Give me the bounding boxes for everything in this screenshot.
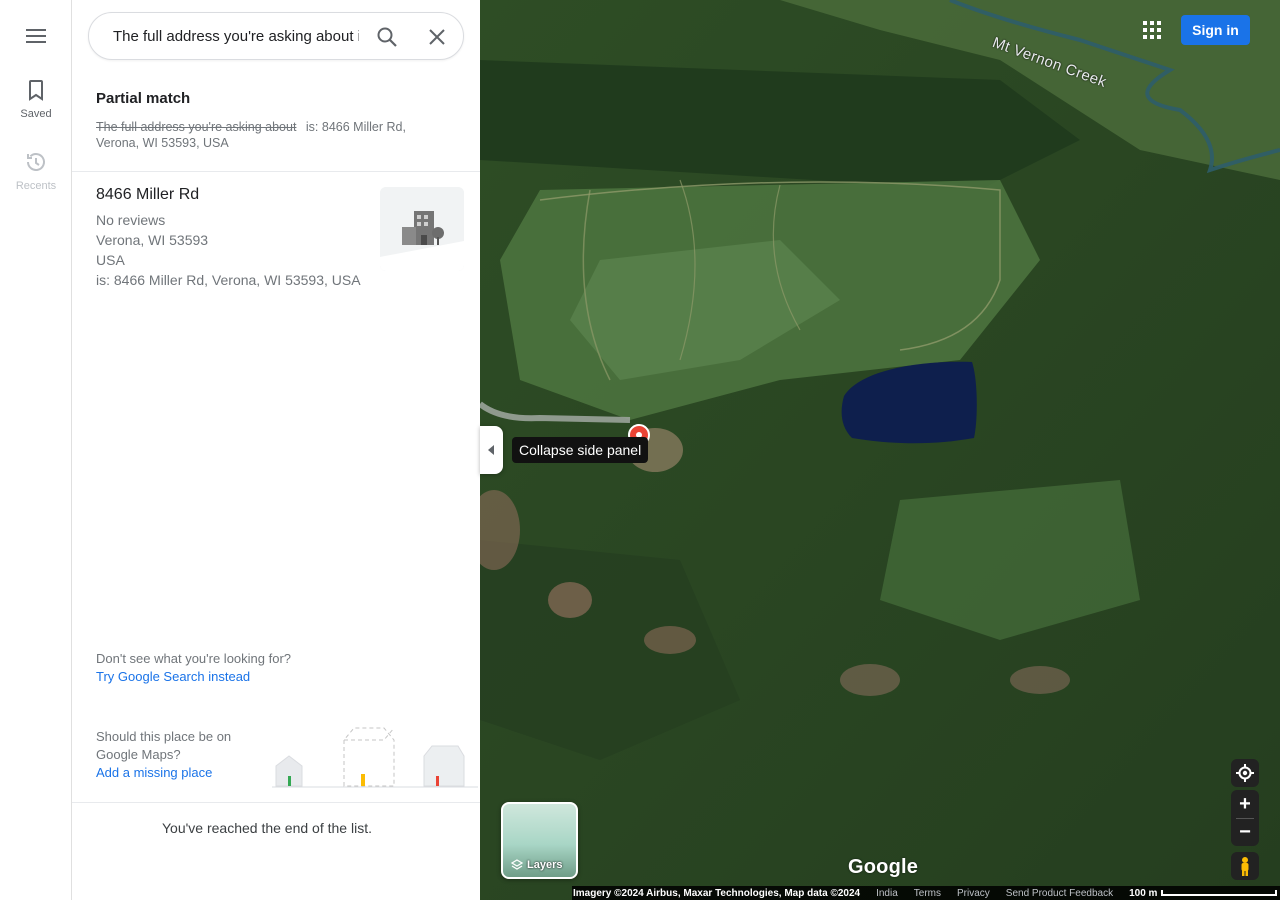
partial-match-rest1: is: 8466 Miller Rd, — [305, 120, 406, 134]
layers-text: Layers — [527, 859, 563, 871]
chevron-left-icon — [488, 445, 494, 455]
terms-link[interactable]: Terms — [914, 888, 941, 899]
scale-label: 100 m — [1129, 887, 1158, 899]
search-icon[interactable] — [375, 25, 399, 49]
search-box: The full address you're asking about is:… — [88, 12, 464, 60]
sign-in-button[interactable]: Sign in — [1181, 15, 1250, 45]
partial-match-heading: Partial match — [96, 90, 191, 107]
street-view-pegman[interactable] — [1231, 852, 1259, 880]
layers-label: Layers — [511, 859, 562, 871]
menu-icon[interactable] — [24, 24, 48, 48]
apps-grid-icon[interactable] — [1140, 18, 1164, 42]
side-panel: The full address you're asking about is:… — [72, 0, 480, 900]
close-icon[interactable] — [425, 25, 449, 49]
rail-recents-label: Recents — [15, 180, 57, 192]
partial-match-rest2: Verona, WI 53593, USA — [96, 136, 229, 150]
dont-see-question: Don't see what you're looking for? — [96, 651, 292, 666]
partial-match-line1: The full address you're asking about is:… — [96, 119, 456, 135]
building-icon — [380, 187, 464, 271]
zoom-in-button[interactable]: + — [1231, 790, 1259, 818]
imagery-credit: Imagery ©2024 Airbus, Maxar Technologies… — [573, 887, 861, 899]
result-thumbnail[interactable] — [380, 187, 464, 271]
google-search-link[interactable]: Try Google Search instead — [96, 668, 291, 686]
rail-saved-label: Saved — [20, 108, 52, 120]
privacy-link[interactable]: Privacy — [957, 888, 990, 899]
houses-illustration — [272, 727, 478, 788]
left-rail: Saved Recents — [0, 0, 72, 900]
collapse-panel-button[interactable] — [480, 426, 503, 474]
add-missing-place-link[interactable]: Add a missing place — [96, 764, 256, 782]
my-location-button[interactable] — [1231, 759, 1259, 787]
collapse-tooltip: Collapse side panel — [512, 437, 649, 463]
partial-match: Partial match The full address you're as… — [96, 90, 456, 151]
result-full-address: is: 8466 Miller Rd, Verona, WI 53593, US… — [96, 272, 361, 288]
zoom-controls: + − — [1231, 790, 1259, 846]
divider — [72, 171, 480, 172]
dont-see-block: Don't see what you're looking for? Try G… — [96, 650, 291, 686]
end-of-list-text: You've reached the end of the list. — [162, 820, 372, 836]
layers-icon — [511, 859, 523, 870]
rail-recents[interactable]: Recents — [0, 150, 72, 192]
missing-place-question1: Should this place be on — [96, 729, 232, 744]
google-logo: Google — [848, 856, 919, 878]
rail-saved[interactable]: Saved — [0, 78, 72, 120]
divider — [72, 802, 480, 803]
zoom-out-button[interactable]: − — [1231, 818, 1259, 846]
map-footer: Imagery ©2024 Airbus, Maxar Technologies… — [572, 886, 1280, 900]
feedback-link[interactable]: Send Product Feedback — [1006, 888, 1113, 899]
pegman-icon — [1241, 857, 1249, 876]
region-link[interactable]: India — [876, 888, 898, 899]
search-input[interactable]: The full address you're asking about is:… — [113, 25, 359, 49]
crosshair-icon — [1236, 764, 1254, 782]
scale-line — [1161, 890, 1278, 896]
missing-place-block: Should this place be on Google Maps? Add… — [96, 728, 256, 782]
partial-match-struck: The full address you're asking about — [96, 120, 297, 134]
missing-place-question2: Google Maps? — [96, 747, 181, 762]
layers-button[interactable]: Layers — [501, 802, 578, 879]
history-icon — [27, 153, 45, 171]
bookmark-icon — [29, 80, 43, 101]
scale-bar[interactable]: 100 m — [1129, 887, 1278, 899]
